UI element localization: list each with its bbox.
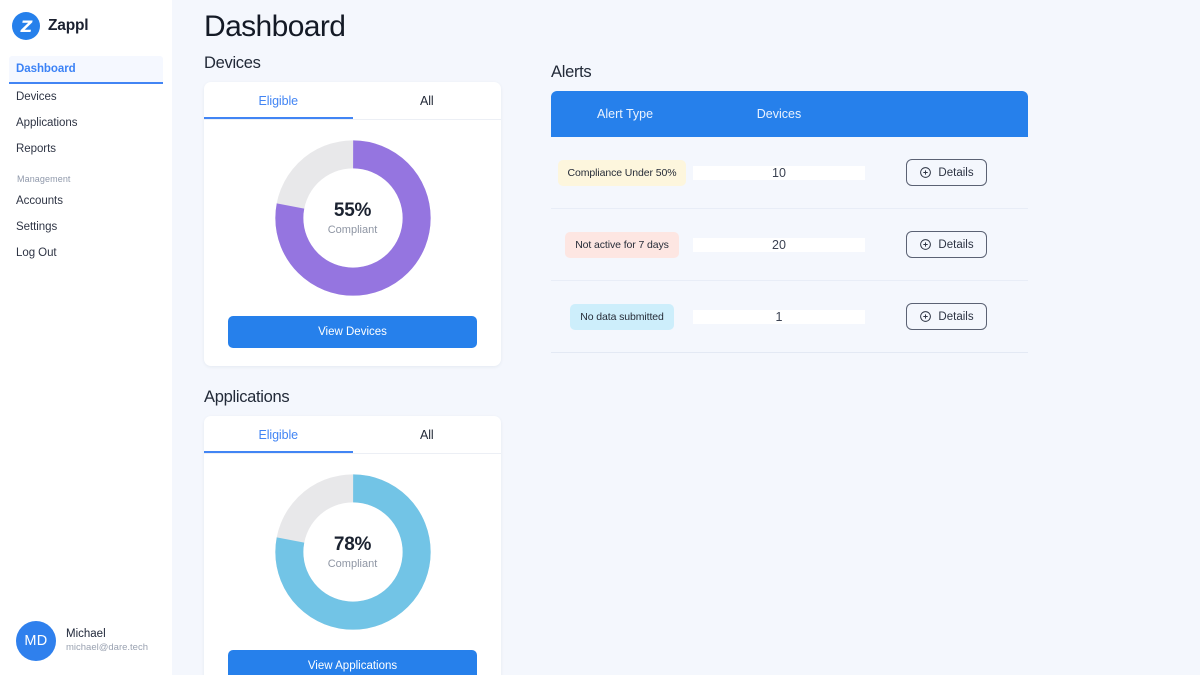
user-info: Michael michael@dare.tech	[66, 627, 148, 655]
details-button-label: Details	[938, 310, 974, 323]
alerts-section-title: Alerts	[551, 63, 592, 81]
devices-count-cell: 1	[693, 309, 865, 324]
actions-cell: Details	[865, 231, 1028, 258]
sidebar-item-dashboard[interactable]: Dashboard	[9, 56, 163, 84]
tab-applications-eligible[interactable]: Eligible	[204, 416, 353, 453]
applications-percent: 78%	[333, 534, 372, 555]
devices-card: Eligible All 55% Compliant View Devices	[204, 82, 501, 366]
alert-type-cell: Compliance Under 50%	[551, 145, 693, 200]
left-column: Devices Eligible All 55% Compliant View …	[204, 54, 501, 675]
applications-donut-chart: 78% Compliant	[269, 468, 437, 636]
tab-applications-all[interactable]: All	[353, 416, 502, 453]
right-column: Alerts Alert Type Devices Compliance Und…	[551, 54, 1028, 675]
table-row: Not active for 7 days 20 Details	[551, 209, 1028, 281]
sidebar-item-label: Devices	[16, 91, 57, 103]
details-button-label: Details	[938, 238, 974, 251]
column-header-devices: Devices	[756, 107, 802, 121]
table-row: Compliance Under 50% 10 Details	[551, 137, 1028, 209]
status-badge: Compliance Under 50%	[557, 159, 687, 186]
sidebar-section-management: Management	[17, 174, 71, 184]
plus-circle-icon	[920, 167, 932, 178]
sidebar-item-label: Dashboard	[16, 63, 76, 75]
logo-z-glyph: Z	[20, 16, 33, 36]
applications-donut-wrap: 78% Compliant	[204, 454, 501, 644]
tab-devices-all[interactable]: All	[353, 82, 502, 119]
devices-percent-label: Compliant	[327, 224, 378, 236]
view-devices-button[interactable]: View Devices	[228, 316, 477, 348]
devices-donut-chart: 55% Compliant	[269, 134, 437, 302]
plus-circle-icon	[920, 311, 932, 322]
brand: Z Zappl	[0, 0, 172, 40]
sidebar: Z Zappl Dashboard Devices Applications R…	[0, 0, 172, 675]
alerts-table: Alert Type Devices Compliance Under 50% …	[551, 91, 1028, 353]
sidebar-item-applications[interactable]: Applications	[0, 110, 172, 136]
page-title: Dashboard	[204, 10, 346, 43]
devices-donut-wrap: 55% Compliant	[204, 120, 501, 310]
devices-section-title: Devices	[204, 54, 261, 72]
sidebar-nav: Dashboard Devices Applications Reports M…	[0, 56, 172, 266]
status-badge: No data submitted	[570, 303, 674, 330]
applications-card: Eligible All 78% Compliant View Applicat…	[204, 416, 501, 675]
table-row: No data submitted 1 Details	[551, 281, 1028, 353]
actions-cell: Details	[865, 303, 1028, 330]
sidebar-item-label: Log Out	[16, 247, 57, 259]
details-button[interactable]: Details	[906, 159, 987, 186]
details-button-label: Details	[938, 166, 974, 179]
applications-tabs: Eligible All	[204, 416, 501, 454]
applications-percent-label: Compliant	[327, 558, 378, 570]
column-header-alert-type: Alert Type	[597, 107, 654, 121]
user-profile[interactable]: MD Michael michael@dare.tech	[0, 621, 148, 661]
app-root: Z Zappl Dashboard Devices Applications R…	[0, 0, 1200, 675]
details-button[interactable]: Details	[906, 231, 987, 258]
brand-name: Zappl	[48, 17, 89, 34]
sidebar-item-label: Settings	[16, 221, 58, 233]
user-email: michael@dare.tech	[66, 642, 148, 654]
plus-circle-icon	[920, 239, 932, 250]
sidebar-item-accounts[interactable]: Accounts	[0, 188, 172, 214]
actions-cell: Details	[865, 159, 1028, 186]
main-content: Dashboard Devices Eligible All 55% Compl…	[172, 0, 1200, 675]
sidebar-item-log-out[interactable]: Log Out	[0, 240, 172, 266]
sidebar-item-label: Reports	[16, 143, 56, 155]
devices-donut-center: 55% Compliant	[269, 134, 437, 302]
sidebar-item-reports[interactable]: Reports	[0, 136, 172, 162]
alert-type-cell: Not active for 7 days	[551, 217, 693, 272]
devices-count-cell: 10	[693, 165, 865, 180]
devices-tabs: Eligible All	[204, 82, 501, 120]
user-name: Michael	[66, 627, 106, 640]
dashboard-columns: Devices Eligible All 55% Compliant View …	[204, 54, 1200, 675]
tab-devices-eligible[interactable]: Eligible	[204, 82, 353, 119]
alert-type-cell: No data submitted	[551, 289, 693, 344]
devices-count-cell: 20	[693, 237, 865, 252]
status-badge: Not active for 7 days	[565, 231, 679, 258]
applications-donut-center: 78% Compliant	[269, 468, 437, 636]
sidebar-item-label: Accounts	[16, 195, 63, 207]
sidebar-item-devices[interactable]: Devices	[0, 84, 172, 110]
devices-percent: 55%	[333, 200, 372, 221]
sidebar-item-label: Applications	[16, 117, 78, 129]
view-applications-button[interactable]: View Applications	[228, 650, 477, 675]
sidebar-item-settings[interactable]: Settings	[0, 214, 172, 240]
details-button[interactable]: Details	[906, 303, 987, 330]
applications-section-title: Applications	[204, 388, 290, 406]
avatar: MD	[16, 621, 56, 661]
zappl-logo-icon: Z	[12, 12, 40, 40]
alerts-table-header: Alert Type Devices	[551, 91, 1028, 137]
